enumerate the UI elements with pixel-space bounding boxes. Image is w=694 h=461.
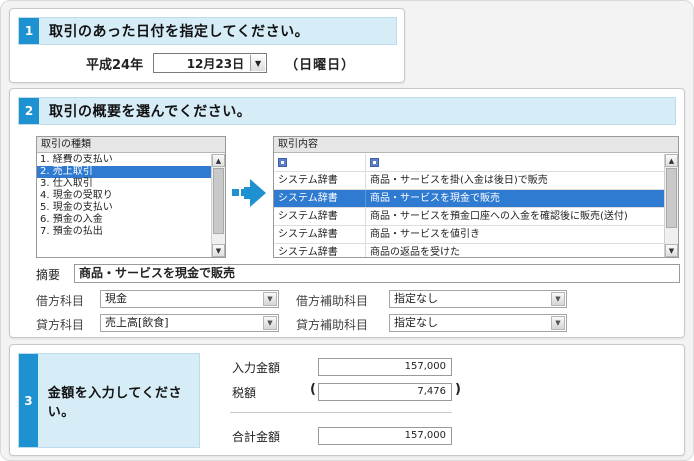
list-item[interactable]: 6. 預金の入金 <box>37 214 211 226</box>
tax-paren-open: ( <box>310 382 316 397</box>
credit-account-label: 貸方科目 <box>36 318 85 332</box>
arrow-right-icon <box>232 179 266 207</box>
summary-label: 摘要 <box>36 268 61 282</box>
list-item[interactable]: 7. 預金の払出 <box>37 226 211 238</box>
input-amount-field[interactable]: 157,000 <box>318 358 452 376</box>
list-item[interactable]: 5. 現金の支払い <box>37 202 211 214</box>
list-item[interactable]: 4. 現金の受取り <box>37 190 211 202</box>
transaction-content-list-title: 取引内容 <box>274 137 678 153</box>
transaction-content-list[interactable]: 取引内容 システム辞書 商品・サービスを掛(入金は後日)で販売 システム辞書 商… <box>273 136 679 258</box>
credit-account-select[interactable]: 売上高[飲食] ▼ <box>100 314 279 332</box>
filter-content-icon[interactable] <box>370 157 379 167</box>
weekday-label: （日曜日） <box>285 57 356 73</box>
table-row-selected[interactable]: システム辞書 商品・サービスを現金で販売 <box>274 190 664 208</box>
list-item-selected[interactable]: 2. 売上取引 <box>37 166 211 178</box>
chevron-down-icon[interactable]: ▼ <box>250 55 266 71</box>
chevron-down-icon[interactable]: ▼ <box>263 316 277 330</box>
chevron-down-icon[interactable]: ▼ <box>551 316 565 330</box>
type-list-scrollbar[interactable]: ▲ ▼ <box>211 154 225 257</box>
transaction-type-list[interactable]: 取引の種類 1. 経費の支払い 2. 売上取引 3. 仕入取引 4. 現金の受取… <box>36 136 226 258</box>
date-dropdown[interactable]: 12月23日 ▼ <box>153 53 268 73</box>
chevron-down-icon[interactable]: ▼ <box>551 292 565 306</box>
credit-account-value: 売上高[飲食] <box>105 316 169 329</box>
tax-label: 税額 <box>232 386 257 400</box>
total-amount-label: 合計金額 <box>232 430 281 444</box>
amount-section-title: 金額を入力してください。 <box>47 385 182 420</box>
debit-account-value: 現金 <box>105 292 127 305</box>
date-row: 平成24年 12月23日 ▼ （日曜日） <box>86 53 355 73</box>
table-row[interactable]: システム辞書 商品・サービスを掛(入金は後日)で販売 <box>274 172 664 190</box>
list-item[interactable]: 3. 仕入取引 <box>37 178 211 190</box>
era-year-label: 平成24年 <box>86 57 144 73</box>
amount-section: 3 金額を入力してください。 入力金額 157,000 税額 ( 7,476 )… <box>9 344 685 456</box>
date-section-header: 1 取引のあった日付を指定してください。 <box>18 17 397 45</box>
credit-sub-account-value: 指定なし <box>394 316 438 329</box>
total-amount-field[interactable]: 157,000 <box>318 427 452 445</box>
content-list-scrollbar[interactable]: ▲ ▼ <box>664 154 678 257</box>
summary-section-title: 取引の概要を選んでください。 <box>49 104 252 120</box>
credit-sub-account-label: 貸方補助科目 <box>296 318 369 332</box>
summary-field[interactable]: 商品・サービスを現金で販売 <box>74 264 680 283</box>
scroll-down-icon[interactable]: ▼ <box>665 244 678 257</box>
date-section-title: 取引のあった日付を指定してください。 <box>49 24 310 40</box>
divider <box>230 412 452 413</box>
debit-sub-account-value: 指定なし <box>394 292 438 305</box>
credit-sub-account-select[interactable]: 指定なし ▼ <box>389 314 567 332</box>
table-row[interactable]: システム辞書 商品・サービスを値引き <box>274 226 664 244</box>
transaction-content-rows: システム辞書 商品・サービスを掛(入金は後日)で販売 システム辞書 商品・サービ… <box>274 154 664 257</box>
summary-section: 2 取引の概要を選んでください。 取引の種類 1. 経費の支払い 2. 売上取引… <box>9 88 685 338</box>
step-number-2: 2 <box>19 98 39 124</box>
list-item[interactable]: 1. 経費の支払い <box>37 154 211 166</box>
step-number-3: 3 <box>19 354 38 447</box>
input-amount-label: 入力金額 <box>232 361 281 375</box>
table-row[interactable]: システム辞書 商品の返品を受けた <box>274 244 664 257</box>
filter-row <box>274 154 664 172</box>
step-number-1: 1 <box>19 18 39 44</box>
transaction-type-list-title: 取引の種類 <box>37 137 225 153</box>
debit-account-select[interactable]: 現金 ▼ <box>100 290 279 308</box>
transaction-type-items: 1. 経費の支払い 2. 売上取引 3. 仕入取引 4. 現金の受取り 5. 現… <box>37 154 211 257</box>
scroll-up-icon[interactable]: ▲ <box>212 154 225 167</box>
debit-account-label: 借方科目 <box>36 294 85 308</box>
tax-amount-field[interactable]: 7,476 <box>318 383 452 401</box>
filter-source-icon[interactable] <box>278 157 287 167</box>
scroll-thumb[interactable] <box>213 168 224 234</box>
scroll-thumb[interactable] <box>666 168 677 228</box>
amount-section-header: 3 金額を入力してください。 <box>18 353 200 448</box>
debit-sub-account-select[interactable]: 指定なし ▼ <box>389 290 567 308</box>
scroll-up-icon[interactable]: ▲ <box>665 154 678 167</box>
chevron-down-icon[interactable]: ▼ <box>263 292 277 306</box>
date-section: 1 取引のあった日付を指定してください。 平成24年 12月23日 ▼ （日曜日… <box>9 8 405 83</box>
debit-sub-account-label: 借方補助科目 <box>296 294 369 308</box>
table-row[interactable]: システム辞書 商品・サービスを預金口座への入金を確認後に販売(送付) <box>274 208 664 226</box>
summary-section-header: 2 取引の概要を選んでください。 <box>18 97 676 125</box>
tax-paren-close: ) <box>455 382 461 397</box>
scroll-down-icon[interactable]: ▼ <box>212 244 225 257</box>
